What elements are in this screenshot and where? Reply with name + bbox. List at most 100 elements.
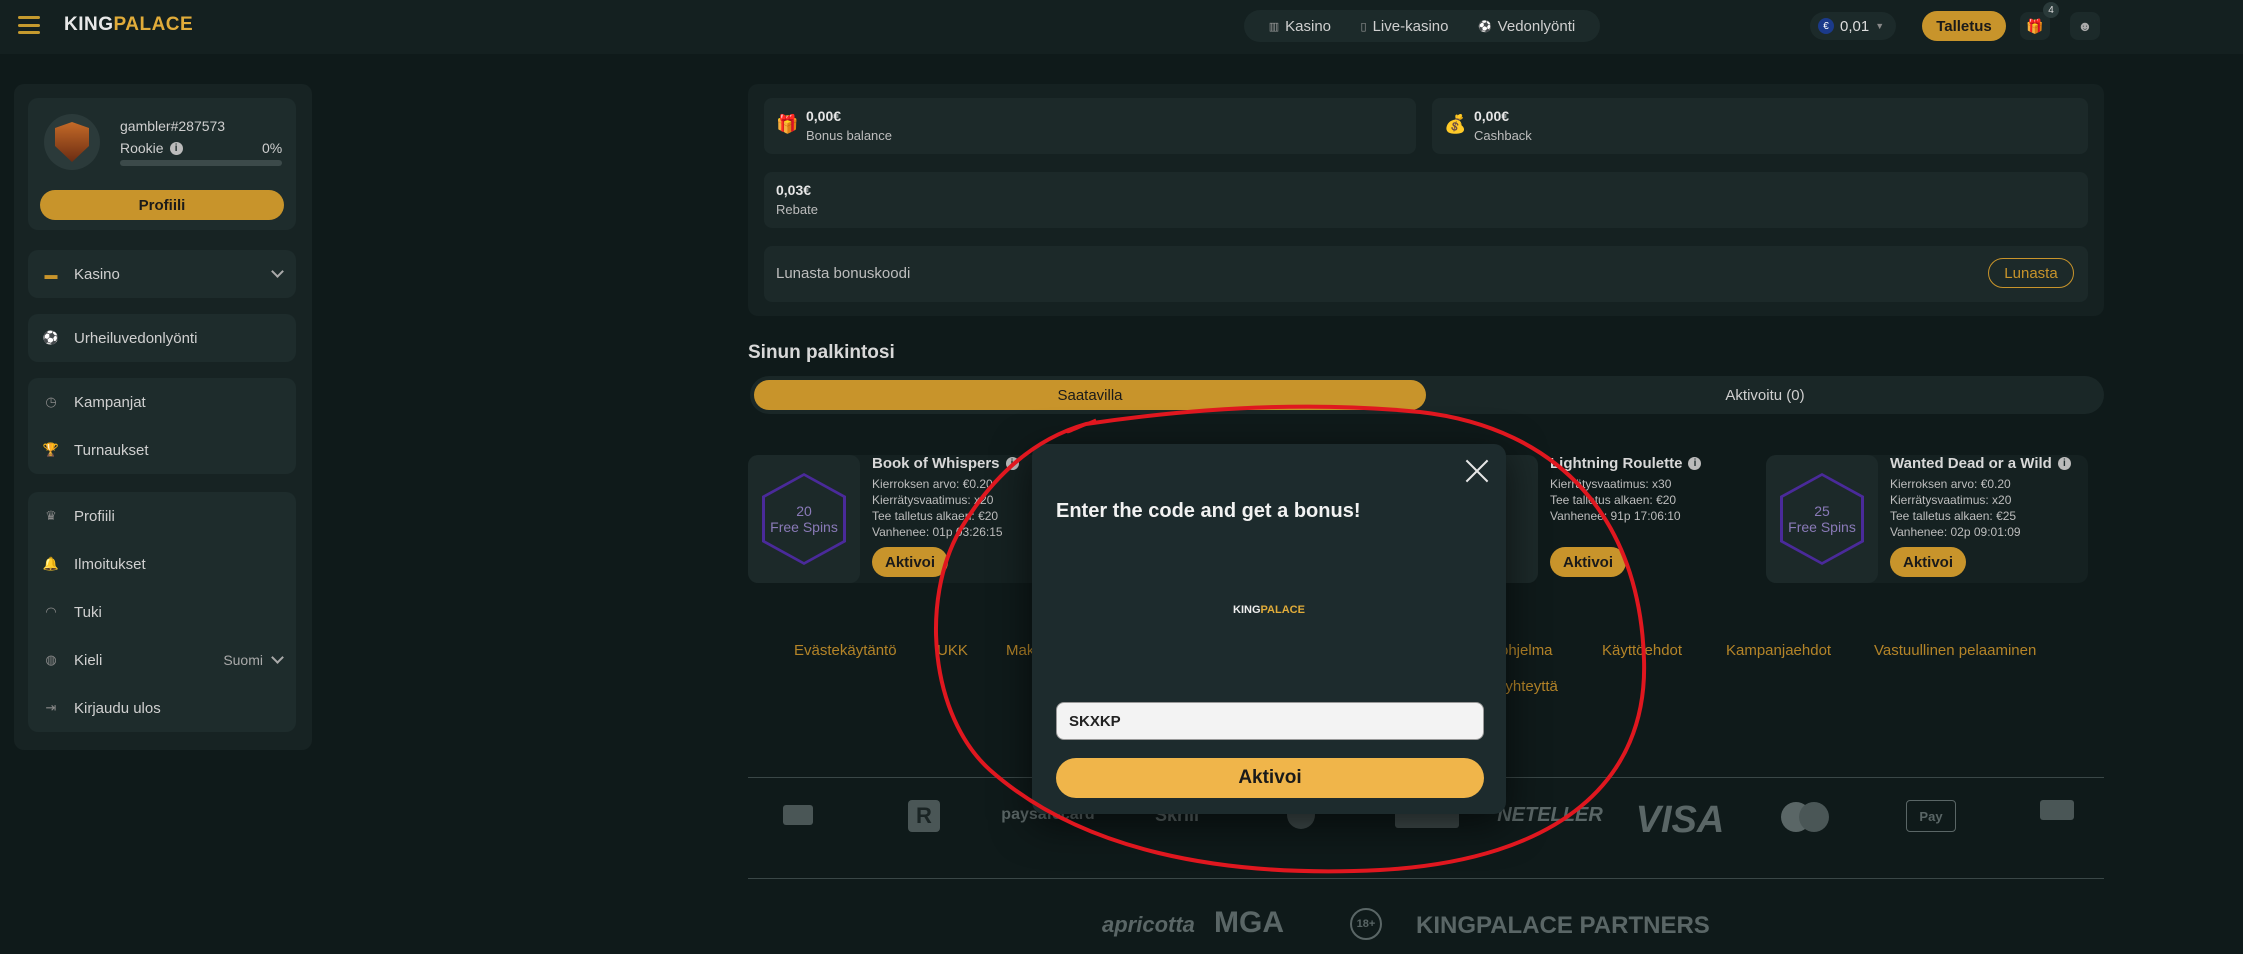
- footer-link[interactable]: Kampanjaehdot: [1726, 642, 1831, 659]
- rank-progress-text: 0%: [262, 140, 283, 156]
- sidebar-item-turnaukset[interactable]: 🏆 Turnaukset: [28, 426, 296, 474]
- close-icon[interactable]: [1464, 458, 1490, 484]
- mga-logo: MGA: [1214, 906, 1284, 939]
- visa-logo: VISA: [1635, 798, 1725, 841]
- username: gambler#287573: [120, 118, 226, 134]
- nav-vedonlyonti[interactable]: ⚽ Vedonlyönti: [1478, 18, 1575, 35]
- modal-title: Enter the code and get a bonus!: [1056, 500, 1361, 522]
- avatar[interactable]: [44, 114, 100, 170]
- apricotta-logo: apricotta: [1102, 912, 1195, 937]
- globe-icon: ◍: [45, 652, 57, 667]
- tab-available[interactable]: Saatavilla: [754, 380, 1426, 410]
- info-icon[interactable]: i: [169, 141, 183, 155]
- age-18-icon: 18+: [1350, 908, 1382, 940]
- bonus-code-input[interactable]: [1056, 702, 1484, 740]
- info-icon[interactable]: i: [1688, 457, 1702, 470]
- rebate-box: 0,03€ Rebate: [764, 172, 2088, 228]
- sidebar-group-sports: ⚽ Urheiluvedonlyönti: [28, 314, 296, 362]
- language-value: Suomi: [223, 652, 263, 668]
- bonus-code-row: Lunasta bonuskoodi Lunasta: [764, 246, 2088, 302]
- footer-link[interactable]: Evästekäytäntö: [794, 642, 897, 659]
- mastercard-icon: [1778, 800, 1832, 834]
- free-spins-badge: 20 Free Spins: [748, 455, 860, 583]
- footer-link[interactable]: UKK: [937, 642, 968, 659]
- ball-icon: ⚽: [1477, 20, 1492, 33]
- rebate-value: 0,03€: [776, 182, 812, 198]
- headset-icon: ◠: [45, 604, 57, 619]
- reward-detail: Tee talletus alkaen: €20: [872, 509, 999, 523]
- top-bar: KINGPALACE ▥ Kasino ▯ Live-kasino ⚽ Vedonly…: [0, 0, 2243, 54]
- partners-logo: KINGPALACE PARTNERS: [1416, 912, 1710, 939]
- reward-detail: Vanhenee: 01p 03:26:15: [872, 525, 1003, 539]
- activate-button[interactable]: Aktivoi: [1550, 547, 1626, 577]
- notification-badge: 4: [2043, 2, 2059, 18]
- reward-detail: Kierrätysvaatimus: x20: [872, 493, 994, 507]
- reward-card: 25 Free Spins Wanted Dead or a Wild i Kier…: [1766, 455, 2088, 583]
- sidebar-item-ilmoitukset[interactable]: 🔔 Ilmoitukset: [28, 540, 296, 588]
- footer-link[interactable]: Käyttöehdot: [1602, 642, 1682, 659]
- info-icon[interactable]: i: [1005, 457, 1019, 470]
- reward-detail: Vanhenee: 02p 09:01:09: [1890, 525, 2021, 539]
- menu-icon[interactable]: [18, 16, 40, 34]
- chevron-down-icon: [271, 265, 284, 278]
- activate-button[interactable]: Aktivoi: [872, 547, 948, 577]
- clock-icon: ◷: [45, 394, 57, 409]
- logo[interactable]: KINGPALACE: [64, 14, 193, 36]
- bonus-balance-box: 🎁 0,00€ Bonus balance: [764, 98, 1416, 154]
- nav-kasino[interactable]: ▥ Kasino: [1269, 18, 1331, 35]
- footer-link[interactable]: ohjelma: [1500, 642, 1553, 659]
- footer-link[interactable]: Mak: [1006, 642, 1034, 659]
- reward-detail: Vanhenee: 91p 17:06:10: [1550, 509, 1681, 523]
- deposit-button[interactable]: Talletus: [1922, 11, 2006, 41]
- reward-detail: Tee talletus alkaen: €25: [1890, 509, 2017, 523]
- money-bag-icon: 💰: [1444, 114, 1467, 134]
- activate-code-button[interactable]: Aktivoi: [1056, 758, 1484, 798]
- rank-label: Rookie i: [120, 140, 183, 156]
- neteller-logo: NETELLER: [1497, 803, 1603, 826]
- sidebar-item-urheiluvedonlyonti[interactable]: ⚽ Urheiluvedonlyönti: [28, 314, 296, 362]
- currency-icon: €: [1818, 18, 1834, 34]
- profile-card: gambler#287573 Rookie i 0% Profiili: [28, 98, 296, 230]
- sidebar-item-tuki[interactable]: ◠ Tuki: [28, 588, 296, 636]
- card-icon: [780, 800, 816, 830]
- activate-button[interactable]: Aktivoi: [1890, 547, 1966, 577]
- sidebar-item-kieli[interactable]: ◍ Kieli Suomi: [28, 636, 296, 684]
- card-icon: [2040, 800, 2074, 820]
- sidebar-group-account: ♛ Profiili 🔔 Ilmoitukset ◠ Tuki ◍ Kieli …: [28, 492, 296, 732]
- balance-selector[interactable]: € 0,01 ▼: [1810, 12, 1896, 40]
- footer-link[interactable]: Vastuullinen pelaaminen: [1874, 642, 2036, 659]
- reward-detail: Tee talletus alkaen: €20: [1550, 493, 1677, 507]
- sidebar-item-kasino[interactable]: ▬ Kasino: [28, 250, 296, 298]
- apple-pay-icon: Pay: [1906, 800, 1956, 832]
- sidebar-group-casino: ▬ Kasino: [28, 250, 296, 298]
- sidebar-item-kirjaudu-ulos[interactable]: ⇥ Kirjaudu ulos: [28, 684, 296, 732]
- nav-live-kasino[interactable]: ▯ Live-kasino: [1361, 18, 1449, 35]
- rewards-tabs: Saatavilla Aktivoitu (0): [750, 376, 2104, 414]
- sidebar-item-kampanjat[interactable]: ◷ Kampanjat: [28, 378, 296, 426]
- modal-logo: KINGPALACE: [1233, 604, 1305, 616]
- user-icon[interactable]: ☻: [2070, 12, 2100, 40]
- reward-detail: Kierroksen arvo: €0.20: [1890, 477, 2011, 491]
- rebate-label: Rebate: [776, 202, 818, 217]
- chevron-down-icon: [271, 651, 284, 664]
- redeem-button[interactable]: Lunasta: [1988, 258, 2074, 288]
- profile-button[interactable]: Profiili: [40, 190, 284, 220]
- card-icon: ▯: [1360, 20, 1367, 33]
- chevron-down-icon: ▼: [1875, 21, 1885, 31]
- reward-detail: Kierrätysvaatimus: x20: [1890, 493, 2012, 507]
- reward-detail: Kierroksen arvo: €0.20: [872, 477, 993, 491]
- trophy-icon: 🏆: [42, 442, 60, 457]
- sidebar-item-profiili[interactable]: ♛ Profiili: [28, 492, 296, 540]
- bonus-balance-value: 0,00€: [806, 108, 842, 124]
- reward-title: Book of Whispers i: [872, 455, 1019, 472]
- info-icon[interactable]: i: [2057, 457, 2071, 470]
- reward-title: Wanted Dead or a Wild i: [1890, 455, 2071, 472]
- crown-icon: ♛: [45, 508, 57, 523]
- bonus-balance-label: Bonus balance: [806, 128, 893, 143]
- tab-activated[interactable]: Aktivoitu (0): [1430, 380, 2100, 410]
- slot-icon: ▥: [1268, 20, 1280, 33]
- reward-card: 20 Free Spins Book of Whispers i Kierrokse…: [748, 455, 1070, 583]
- free-spins-badge: 25 Free Spins: [1766, 455, 1878, 583]
- cashback-label: Cashback: [1474, 128, 1532, 143]
- sidebar-group-promos: ◷ Kampanjat 🏆 Turnaukset: [28, 378, 296, 474]
